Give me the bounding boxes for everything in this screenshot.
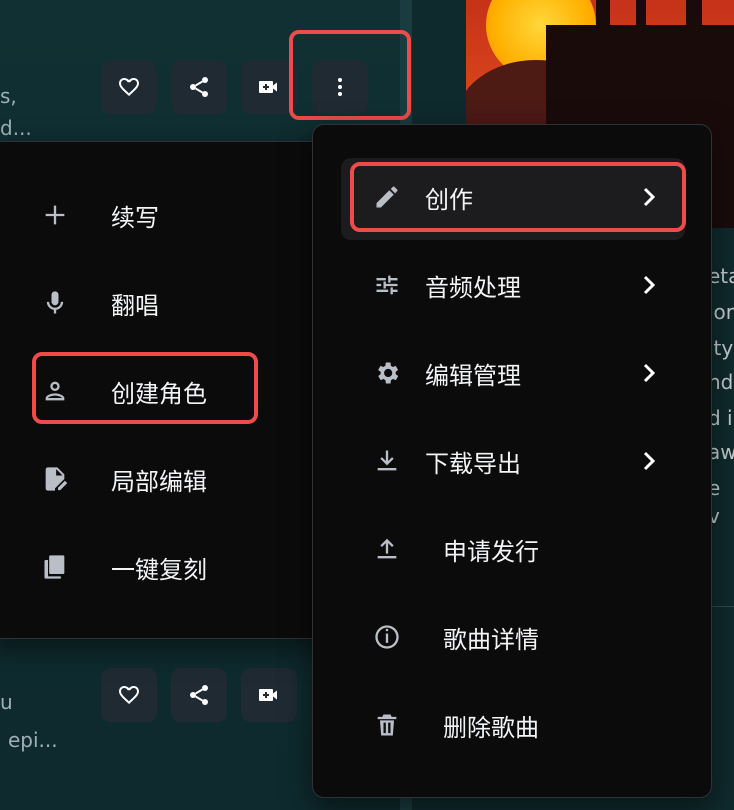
song-description-snippet: epi...: [8, 728, 58, 752]
song-description-snippet: d...: [0, 116, 32, 140]
sliders-icon: [371, 269, 403, 301]
chevron-right-icon: [639, 449, 659, 473]
microphone-icon: [39, 287, 71, 319]
gear-icon: [371, 357, 403, 389]
song-description-snippet: u: [0, 690, 13, 714]
share-button[interactable]: [171, 60, 227, 114]
menu-item-apply-release[interactable]: 申请发行: [313, 521, 711, 577]
menu-item-label: 申请发行: [443, 537, 539, 566]
download-icon: [371, 445, 403, 477]
upload-icon: [371, 533, 403, 565]
create-submenu: 续写 翻唱 创建角色 局部编辑 一键复刻: [0, 141, 338, 639]
more-menu: 创作 音频处理 编辑管理 下载导出 申请发行 歌曲详情 删除歌曲: [312, 124, 712, 798]
edit-file-icon: [39, 463, 71, 495]
menu-item-delete-song[interactable]: 删除歌曲: [313, 697, 711, 753]
submenu-item-create-character[interactable]: 创建角色: [0, 363, 337, 419]
more-button[interactable]: [312, 60, 368, 114]
heart-icon: [119, 686, 139, 704]
chevron-right-icon: [639, 361, 659, 385]
more-vertical-icon: [338, 78, 342, 96]
submenu-item-continue[interactable]: 续写: [0, 187, 337, 243]
person-icon: [39, 375, 71, 407]
submenu-item-one-click-copy[interactable]: 一键复刻: [0, 539, 337, 595]
submenu-item-partial-edit[interactable]: 局部编辑: [0, 451, 337, 507]
share-icon: [190, 77, 208, 97]
menu-item-audio-processing[interactable]: 音频处理: [313, 257, 711, 313]
like-button[interactable]: [101, 60, 157, 114]
submenu-item-label: 局部编辑: [111, 467, 207, 496]
heart-icon: [119, 78, 139, 96]
menu-item-label: 下载导出: [425, 449, 521, 478]
video-button[interactable]: [241, 60, 297, 114]
song-description-snippet: s,: [0, 84, 17, 108]
submenu-item-cover[interactable]: 翻唱: [0, 275, 337, 331]
submenu-item-label: 翻唱: [111, 291, 159, 320]
menu-item-download-export[interactable]: 下载导出: [313, 433, 711, 489]
video-add-icon: [259, 81, 277, 93]
menu-item-label: 音频处理: [425, 273, 521, 302]
share-icon: [190, 685, 208, 705]
pencil-icon: [371, 181, 403, 213]
menu-item-label: 创作: [425, 185, 473, 214]
chevron-right-icon: [639, 273, 659, 297]
chevron-right-icon: [639, 185, 659, 209]
submenu-item-label: 一键复刻: [111, 555, 207, 584]
plus-icon: [39, 199, 71, 231]
menu-item-song-details[interactable]: 歌曲详情: [313, 609, 711, 665]
menu-item-label: 删除歌曲: [443, 713, 539, 742]
info-icon: [371, 621, 403, 653]
menu-item-create[interactable]: 创作: [313, 169, 711, 225]
share-button[interactable]: [171, 668, 227, 722]
menu-item-label: 编辑管理: [425, 361, 521, 390]
trash-icon: [371, 709, 403, 741]
video-button[interactable]: [241, 668, 297, 722]
menu-item-edit-manage[interactable]: 编辑管理: [313, 345, 711, 401]
copy-icon: [39, 551, 71, 583]
submenu-item-label: 创建角色: [111, 379, 207, 408]
like-button[interactable]: [101, 668, 157, 722]
video-add-icon: [259, 689, 277, 701]
submenu-item-label: 续写: [111, 203, 159, 232]
menu-item-label: 歌曲详情: [443, 625, 539, 654]
